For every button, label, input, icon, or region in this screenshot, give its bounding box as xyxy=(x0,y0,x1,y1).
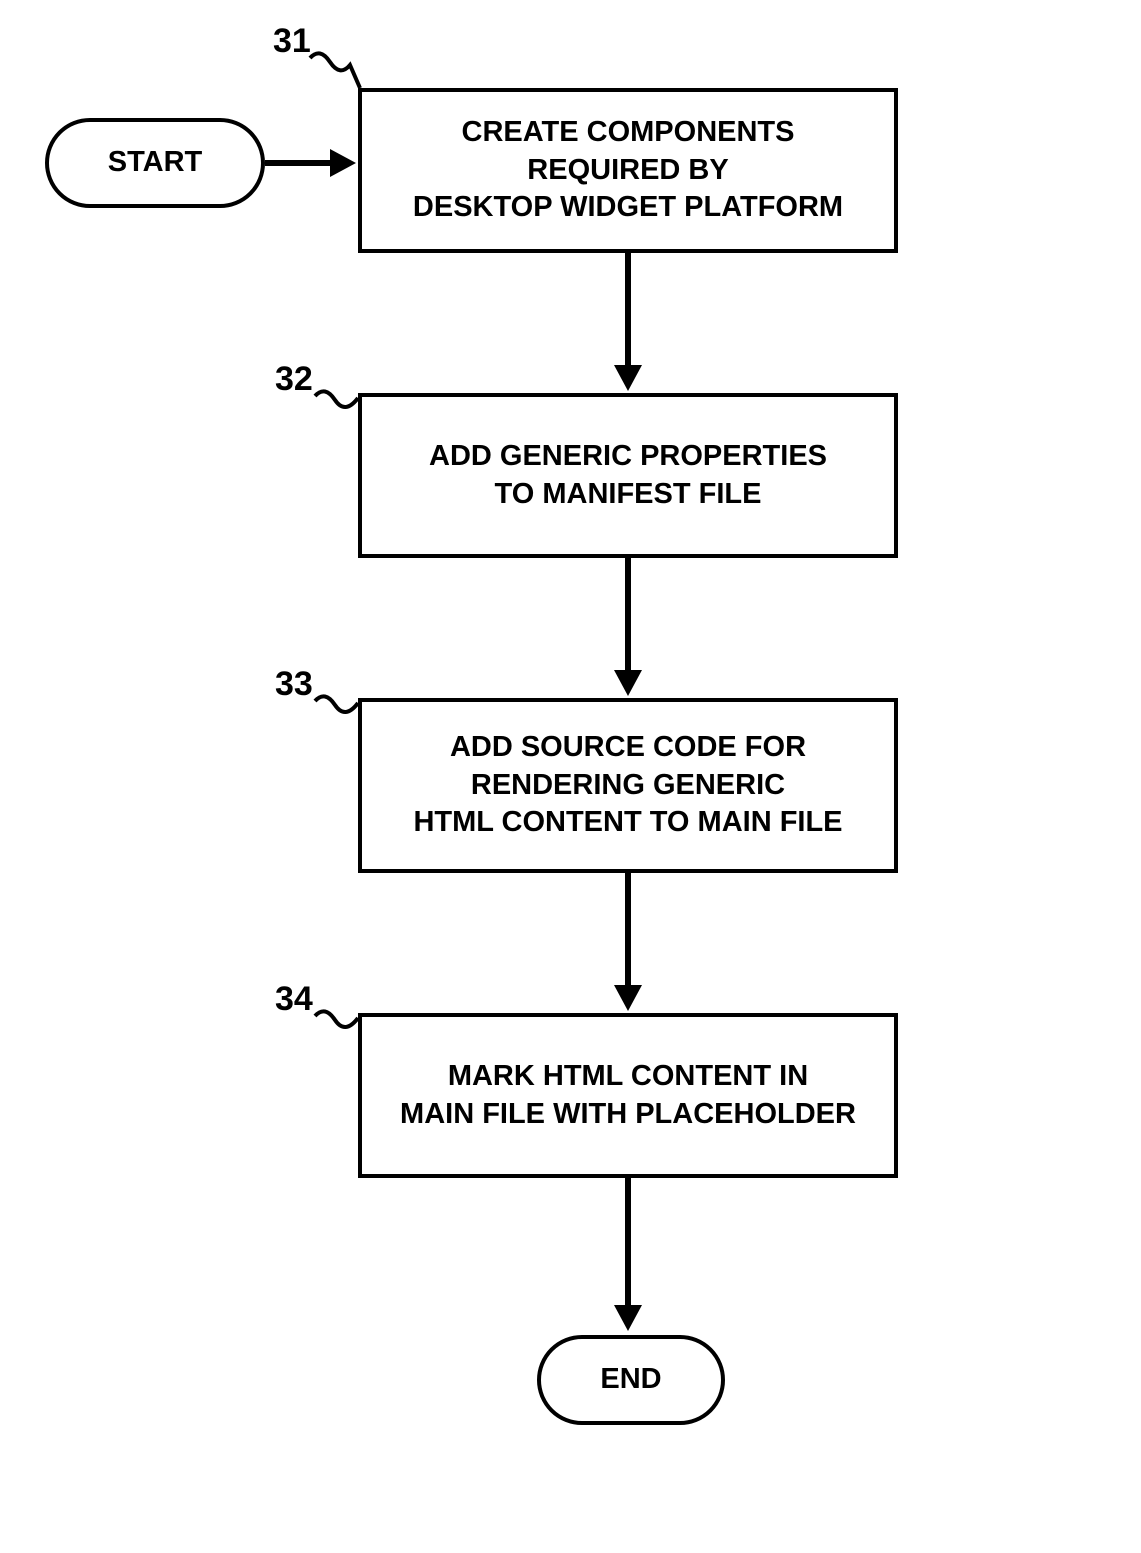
arrow-33-to-34 xyxy=(625,873,631,988)
arrow-head-start-to-31 xyxy=(330,149,356,177)
step-32-label: 32 xyxy=(275,360,313,399)
start-terminal: START xyxy=(45,118,265,208)
arrow-32-to-33 xyxy=(625,558,631,673)
step-32-box: ADD GENERIC PROPERTIES TO MANIFEST FILE xyxy=(358,393,898,558)
step-32-text: ADD GENERIC PROPERTIES TO MANIFEST FILE xyxy=(429,438,827,513)
arrow-34-to-end xyxy=(625,1178,631,1308)
arrow-head-34-to-end xyxy=(614,1305,642,1331)
step-31-box: CREATE COMPONENTS REQUIRED BY DESKTOP WI… xyxy=(358,88,898,253)
squiggle-connector-34 xyxy=(310,1008,365,1038)
arrow-31-to-32 xyxy=(625,253,631,368)
arrow-head-33-to-34 xyxy=(614,985,642,1011)
step-34-text: MARK HTML CONTENT IN MAIN FILE WITH PLAC… xyxy=(400,1058,856,1133)
step-33-text: ADD SOURCE CODE FOR RENDERING GENERIC HT… xyxy=(413,729,842,842)
step-31-text: CREATE COMPONENTS REQUIRED BY DESKTOP WI… xyxy=(413,114,843,227)
start-label: START xyxy=(108,144,203,182)
squiggle-connector-31 xyxy=(305,50,365,95)
arrow-start-to-31 xyxy=(265,160,333,166)
step-33-box: ADD SOURCE CODE FOR RENDERING GENERIC HT… xyxy=(358,698,898,873)
arrow-head-31-to-32 xyxy=(614,365,642,391)
step-33-label: 33 xyxy=(275,665,313,704)
arrow-head-32-to-33 xyxy=(614,670,642,696)
step-34-label: 34 xyxy=(275,980,313,1019)
squiggle-connector-33 xyxy=(310,693,365,723)
end-terminal: END xyxy=(537,1335,725,1425)
end-label: END xyxy=(600,1361,661,1399)
step-34-box: MARK HTML CONTENT IN MAIN FILE WITH PLAC… xyxy=(358,1013,898,1178)
squiggle-connector-32 xyxy=(310,388,365,418)
